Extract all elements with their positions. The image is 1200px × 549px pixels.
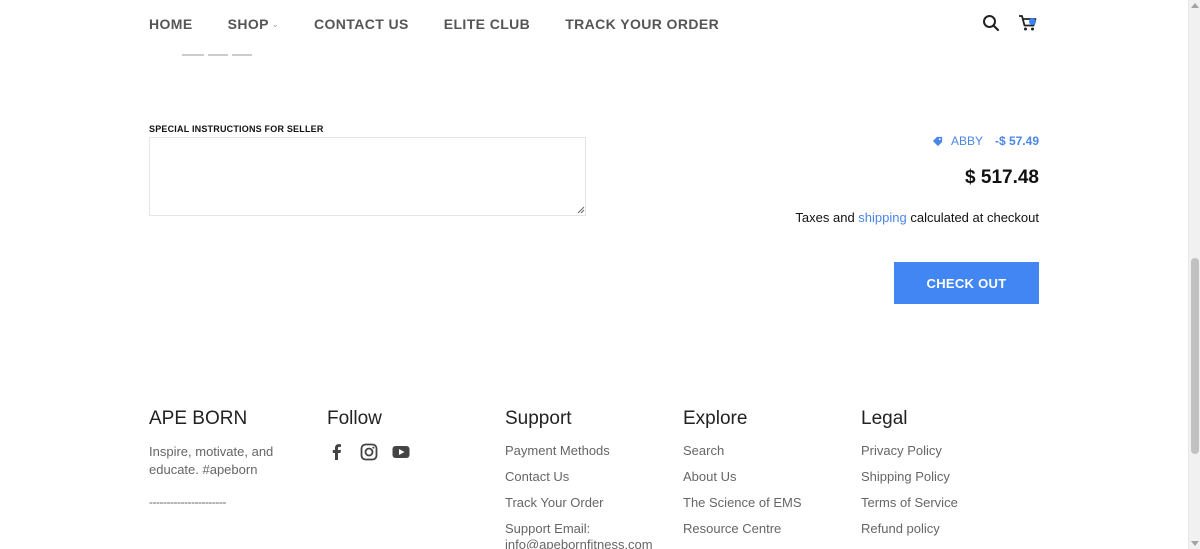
- nav-track-label: TRACK YOUR ORDER: [565, 16, 720, 32]
- cart-icon[interactable]: [1018, 14, 1038, 34]
- footer-link-resource-centre[interactable]: Resource Centre: [683, 521, 853, 537]
- scroll-thumb[interactable]: [1191, 258, 1199, 454]
- footer-legal-list: Privacy Policy Shipping Policy Terms of …: [861, 443, 1031, 537]
- social-links: [327, 442, 497, 462]
- special-instructions-input[interactable]: [149, 137, 586, 216]
- search-icon[interactable]: [982, 14, 1002, 34]
- discount-code: ABBY: [950, 134, 983, 148]
- taxes-suffix: calculated at checkout: [910, 210, 1039, 225]
- discount-amount: -$ 57.49: [994, 134, 1039, 148]
- page-scrollbar[interactable]: [1188, 0, 1200, 549]
- checkout-button[interactable]: CHECK OUT: [894, 262, 1039, 304]
- scroll-down-icon[interactable]: [1191, 541, 1199, 546]
- footer-link-search[interactable]: Search: [683, 443, 853, 459]
- cart-total: $ 517.48: [965, 167, 1039, 188]
- footer-legal-title: Legal: [861, 408, 908, 429]
- footer-divider: ----------------------: [149, 495, 226, 509]
- chevron-down-icon: ⌄: [271, 19, 279, 29]
- footer-follow: Follow: [327, 408, 497, 462]
- footer-brand-title: APE BORN: [149, 408, 248, 429]
- shipping-link[interactable]: shipping: [858, 210, 906, 225]
- footer-link-contact-us[interactable]: Contact Us: [505, 469, 675, 485]
- footer-support-list: Payment Methods Contact Us Track Your Or…: [505, 443, 675, 549]
- scroll-up-icon[interactable]: [1191, 3, 1199, 8]
- footer-brand: APE BORN Inspire, motivate, and educate.…: [149, 408, 319, 509]
- footer-link-privacy[interactable]: Privacy Policy: [861, 443, 1031, 459]
- nav-elite-label: ELITE CLUB: [443, 16, 531, 32]
- tag-icon: [932, 136, 943, 146]
- special-instructions-label: SPECIAL INSTRUCTIONS FOR SELLER: [149, 124, 324, 134]
- site-header: HOME SHOP ⌄ CONTACT US ELITE CLUB TRACK Y…: [0, 0, 1188, 50]
- cart-badge: [1029, 18, 1036, 25]
- facebook-icon[interactable]: [327, 442, 347, 462]
- footer-link-payment-methods[interactable]: Payment Methods: [505, 443, 675, 459]
- footer-brand-blurb: Inspire, motivate, and educate. #apeborn: [149, 444, 274, 477]
- footer-explore-title: Explore: [683, 408, 748, 429]
- youtube-icon[interactable]: [391, 442, 411, 462]
- footer-link-about-us[interactable]: About Us: [683, 469, 853, 485]
- header-icons: [982, 14, 1038, 34]
- nav-shop[interactable]: SHOP ⌄: [228, 16, 279, 32]
- footer-support-email[interactable]: info@apebornfitness.com: [505, 537, 675, 549]
- footer-link-science-ems[interactable]: The Science of EMS: [683, 495, 853, 511]
- footer-link-refund[interactable]: Refund policy: [861, 521, 1031, 537]
- nav-home-label: HOME: [149, 16, 193, 32]
- taxes-note: Taxes and shipping calculated at checkou…: [795, 210, 1039, 225]
- footer-explore-list: Search About Us The Science of EMS Resou…: [683, 443, 853, 537]
- main-nav: HOME SHOP ⌄ CONTACT US ELITE CLUB TRACK Y…: [149, 16, 754, 32]
- footer-link-shipping[interactable]: Shipping Policy: [861, 469, 1031, 485]
- footer-support-title: Support: [505, 408, 572, 429]
- nav-home[interactable]: HOME: [149, 16, 193, 32]
- footer-support-email-label: Support Email:: [505, 521, 591, 536]
- resize-grip-icon[interactable]: [576, 205, 585, 214]
- footer-legal: Legal Privacy Policy Shipping Policy Ter…: [861, 408, 1031, 547]
- nav-elite-club[interactable]: ELITE CLUB: [444, 16, 530, 32]
- nav-contact-label: CONTACT US: [314, 16, 409, 32]
- footer-link-track-order[interactable]: Track Your Order: [505, 495, 675, 511]
- footer-follow-title: Follow: [327, 408, 382, 429]
- footer-explore: Explore Search About Us The Science of E…: [683, 408, 853, 547]
- nav-shop-label: SHOP: [227, 16, 269, 32]
- footer-support: Support Payment Methods Contact Us Track…: [505, 408, 675, 549]
- instagram-icon[interactable]: [359, 442, 379, 462]
- applied-discount: ABBY -$ 57.49: [932, 134, 1039, 148]
- nav-track-order[interactable]: TRACK YOUR ORDER: [565, 16, 719, 32]
- taxes-prefix: Taxes and: [795, 210, 855, 225]
- nav-contact[interactable]: CONTACT US: [314, 16, 409, 32]
- footer-link-terms[interactable]: Terms of Service: [861, 495, 1031, 511]
